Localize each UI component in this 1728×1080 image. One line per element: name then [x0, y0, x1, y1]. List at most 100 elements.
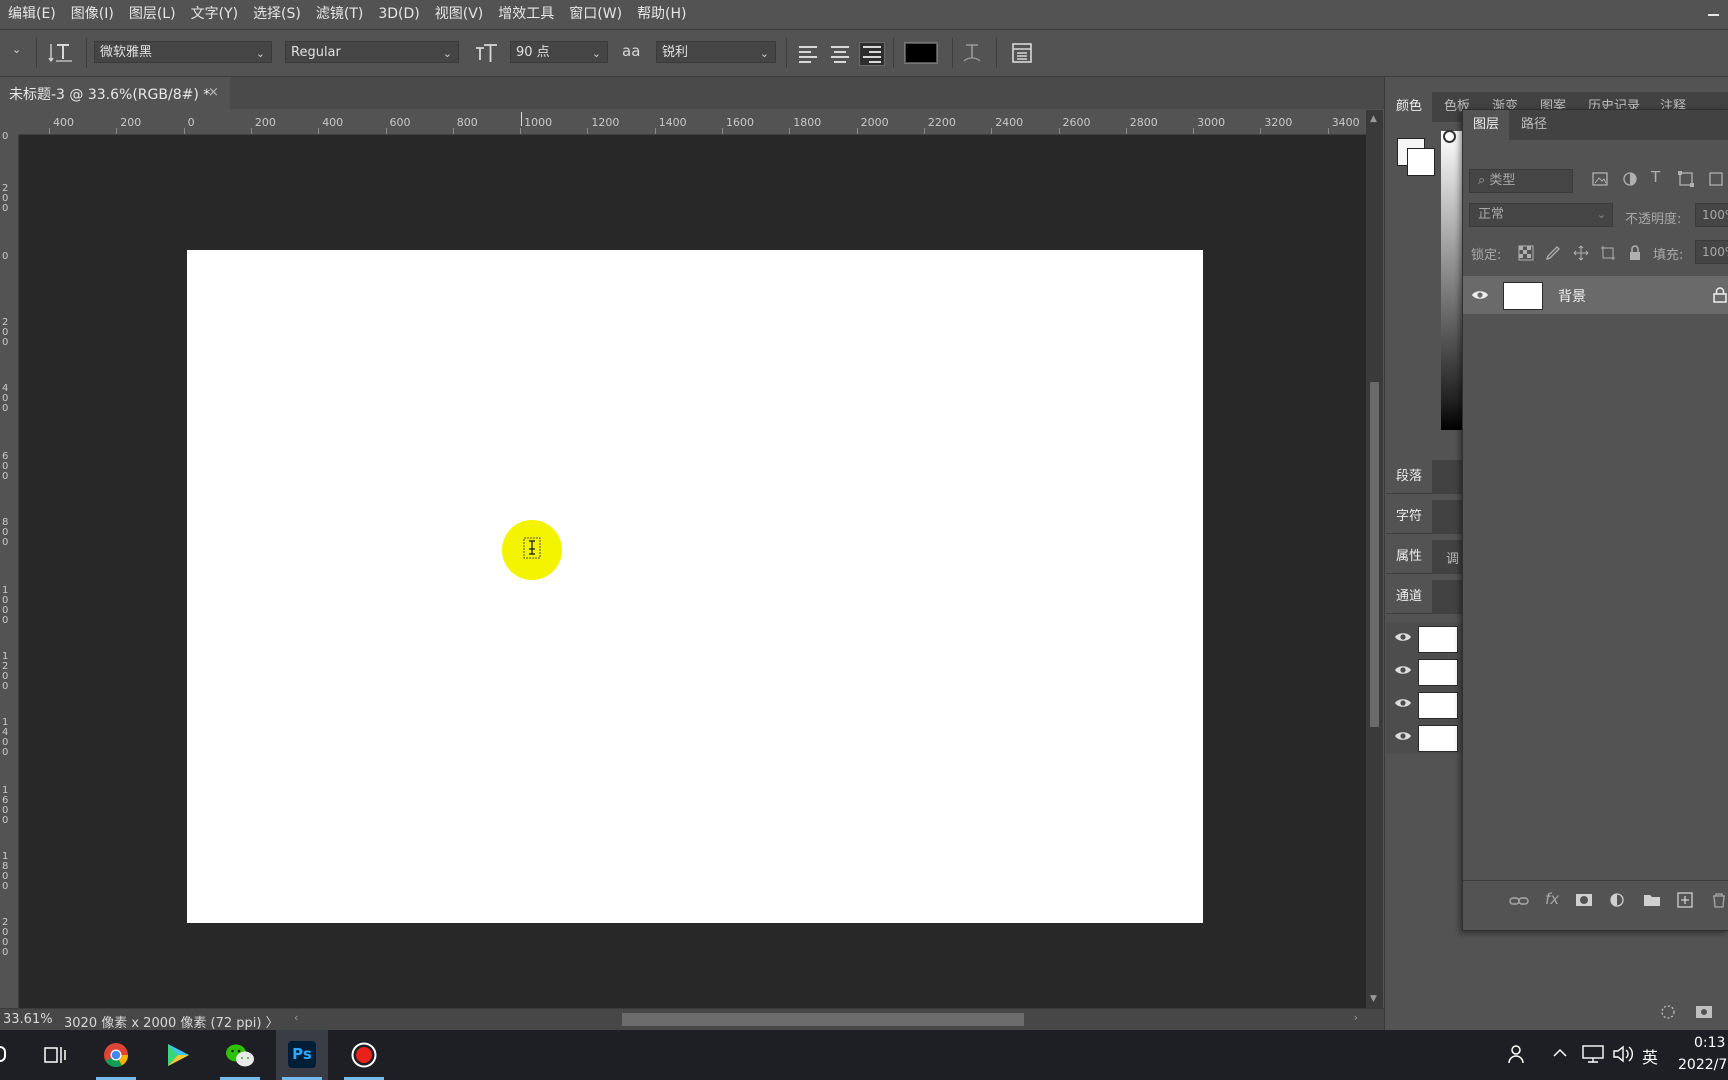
font-family-select[interactable]: 微软雅黑 ⌄	[94, 41, 272, 63]
lock-artboard-icon[interactable]	[1600, 245, 1616, 265]
filter-adjustment-icon[interactable]	[1621, 170, 1639, 192]
tab-paths[interactable]: 路径	[1511, 110, 1557, 140]
taskbar-recorder[interactable]	[338, 1030, 390, 1080]
tab-character[interactable]: 字符	[1386, 500, 1432, 534]
scroll-down-icon[interactable]: ▼	[1370, 994, 1377, 1004]
new-group-icon[interactable]	[1643, 893, 1661, 911]
lock-image-pixels-icon[interactable]	[1545, 245, 1561, 265]
link-layers-icon[interactable]	[1509, 893, 1529, 913]
filter-type-icon[interactable]: T	[1651, 168, 1660, 186]
menu-item[interactable]: 图像(I)	[63, 0, 121, 29]
background-color-swatch[interactable]	[1407, 148, 1435, 176]
clock-date[interactable]: 2022/7	[1678, 1057, 1727, 1073]
antialias-select[interactable]: 锐利 ⌄	[656, 41, 776, 63]
horizontal-scrollbar[interactable]: ‹ ›	[290, 1011, 1358, 1026]
channel-row[interactable]	[1386, 688, 1462, 721]
menu-item[interactable]: 图层(L)	[121, 0, 183, 29]
layer-row[interactable]: 背景	[1463, 276, 1728, 314]
eye-icon[interactable]	[1394, 696, 1412, 714]
channel-row[interactable]	[1386, 622, 1462, 655]
menu-item[interactable]: 帮助(H)	[629, 0, 693, 29]
filter-smart-object-icon[interactable]	[1707, 170, 1725, 192]
menu-item[interactable]: 增效工具	[490, 0, 561, 29]
taskbar-wechat[interactable]	[214, 1030, 266, 1080]
opacity-input[interactable]: 100%	[1695, 203, 1728, 227]
horizontal-ruler[interactable]: 400 200 0 200 400 600 800 1000 1200 1400 1600 1800 2…	[18, 110, 1366, 135]
color-ramp-knob[interactable]	[1443, 130, 1456, 143]
align-left-button[interactable]	[795, 42, 821, 66]
menu-item[interactable]: 文字(Y)	[183, 0, 245, 29]
warp-text-icon[interactable]	[960, 41, 984, 69]
tab-layers[interactable]: 图层	[1463, 110, 1510, 140]
layer-name[interactable]: 背景	[1558, 286, 1586, 306]
minimize-button[interactable]	[1700, 0, 1728, 29]
close-icon[interactable]: ×	[208, 85, 219, 100]
search-icon[interactable]	[0, 1046, 6, 1062]
adjustment-layer-icon[interactable]	[1609, 892, 1627, 914]
font-size-input[interactable]: 90 点 ⌄	[510, 41, 608, 63]
scroll-thumb[interactable]	[1370, 382, 1379, 727]
lock-transparent-pixels-icon[interactable]	[1518, 245, 1534, 265]
screen-mode-icon[interactable]	[1695, 1005, 1713, 1023]
scroll-left-icon[interactable]: ‹	[294, 1011, 298, 1024]
text-color-swatch[interactable]	[904, 42, 938, 64]
menu-item[interactable]: 视图(V)	[427, 0, 491, 29]
tool-preset-chevron-icon[interactable]: ⌄	[12, 43, 21, 56]
document-canvas[interactable]	[187, 250, 1203, 923]
task-view-button[interactable]	[28, 1030, 80, 1080]
scroll-thumb[interactable]	[622, 1013, 1024, 1026]
tab-adjustments[interactable]: 调	[1446, 548, 1459, 567]
clock-time[interactable]: 0:13	[1694, 1035, 1725, 1051]
filter-shape-icon[interactable]	[1677, 170, 1695, 192]
menu-item[interactable]: 3D(D)	[370, 0, 426, 29]
quick-mask-icon[interactable]	[1660, 1004, 1676, 1024]
lock-position-icon[interactable]	[1573, 245, 1589, 265]
tab-color-panel[interactable]: 颜色	[1386, 92, 1433, 122]
network-icon[interactable]	[1582, 1045, 1604, 1067]
vertical-ruler[interactable]: 0 200 0 200 400 600 800 1000 1200 1400 1600 1800 200…	[0, 132, 19, 1008]
zoom-level[interactable]: 33.61%	[3, 1012, 53, 1027]
eye-icon[interactable]	[1394, 663, 1412, 681]
tab-properties[interactable]: 属性	[1386, 540, 1432, 574]
fx-icon[interactable]: fx	[1545, 890, 1559, 908]
tab-channels[interactable]: 通道	[1386, 580, 1432, 614]
font-style-select[interactable]: Regular ⌄	[285, 41, 459, 63]
align-right-button[interactable]	[859, 42, 885, 66]
volume-icon[interactable]	[1612, 1045, 1634, 1067]
layer-filter-select[interactable]: ⌕ 类型	[1469, 169, 1573, 193]
blend-mode-select[interactable]: 正常 ⌄	[1469, 203, 1613, 227]
tab-paragraph[interactable]: 段落	[1386, 460, 1432, 494]
scroll-up-icon[interactable]: ▲	[1370, 114, 1377, 124]
lock-all-icon[interactable]	[1627, 245, 1643, 265]
info-arrow-icon[interactable]: 〉	[266, 1016, 279, 1031]
taskbar-player[interactable]	[152, 1030, 204, 1080]
align-center-button[interactable]	[827, 42, 853, 66]
delete-layer-icon[interactable]	[1711, 892, 1727, 912]
layer-mask-icon[interactable]	[1575, 892, 1593, 912]
text-orientation-toggle-icon[interactable]	[48, 40, 74, 68]
menu-item[interactable]: 窗口(W)	[561, 0, 629, 29]
chevron-up-icon[interactable]	[1552, 1045, 1568, 1065]
new-layer-icon[interactable]	[1677, 892, 1693, 912]
people-icon[interactable]	[1508, 1044, 1528, 1068]
document-tab[interactable]: 未标题-3 @ 33.6%(RGB/8#) * ×	[0, 77, 230, 109]
color-ramp[interactable]	[1441, 131, 1462, 430]
filter-pixel-icon[interactable]	[1591, 170, 1609, 192]
eye-icon[interactable]	[1394, 729, 1412, 747]
eye-icon[interactable]	[1394, 630, 1412, 648]
ime-indicator[interactable]: 英	[1642, 1044, 1658, 1068]
fill-input[interactable]: 100%	[1695, 240, 1728, 264]
menu-item[interactable]: 选择(S)	[245, 0, 308, 29]
document-info[interactable]: 3020 像素 x 2000 像素 (72 ppi) 〉	[64, 1012, 279, 1031]
windows-taskbar: Ps 英 0:13 2022/7	[0, 1030, 1728, 1080]
menu-item[interactable]: 编辑(E)	[0, 0, 63, 29]
taskbar-photoshop[interactable]: Ps	[276, 1030, 328, 1080]
vertical-scrollbar[interactable]: ▲ ▼	[1366, 110, 1383, 1008]
channel-row[interactable]	[1386, 655, 1462, 688]
taskbar-chrome[interactable]	[90, 1030, 142, 1080]
scroll-right-icon[interactable]: ›	[1354, 1011, 1358, 1024]
channel-row[interactable]	[1386, 721, 1462, 754]
menu-item[interactable]: 滤镜(T)	[308, 0, 370, 29]
character-panel-toggle-icon[interactable]	[1010, 41, 1034, 69]
eye-icon[interactable]	[1471, 288, 1489, 306]
